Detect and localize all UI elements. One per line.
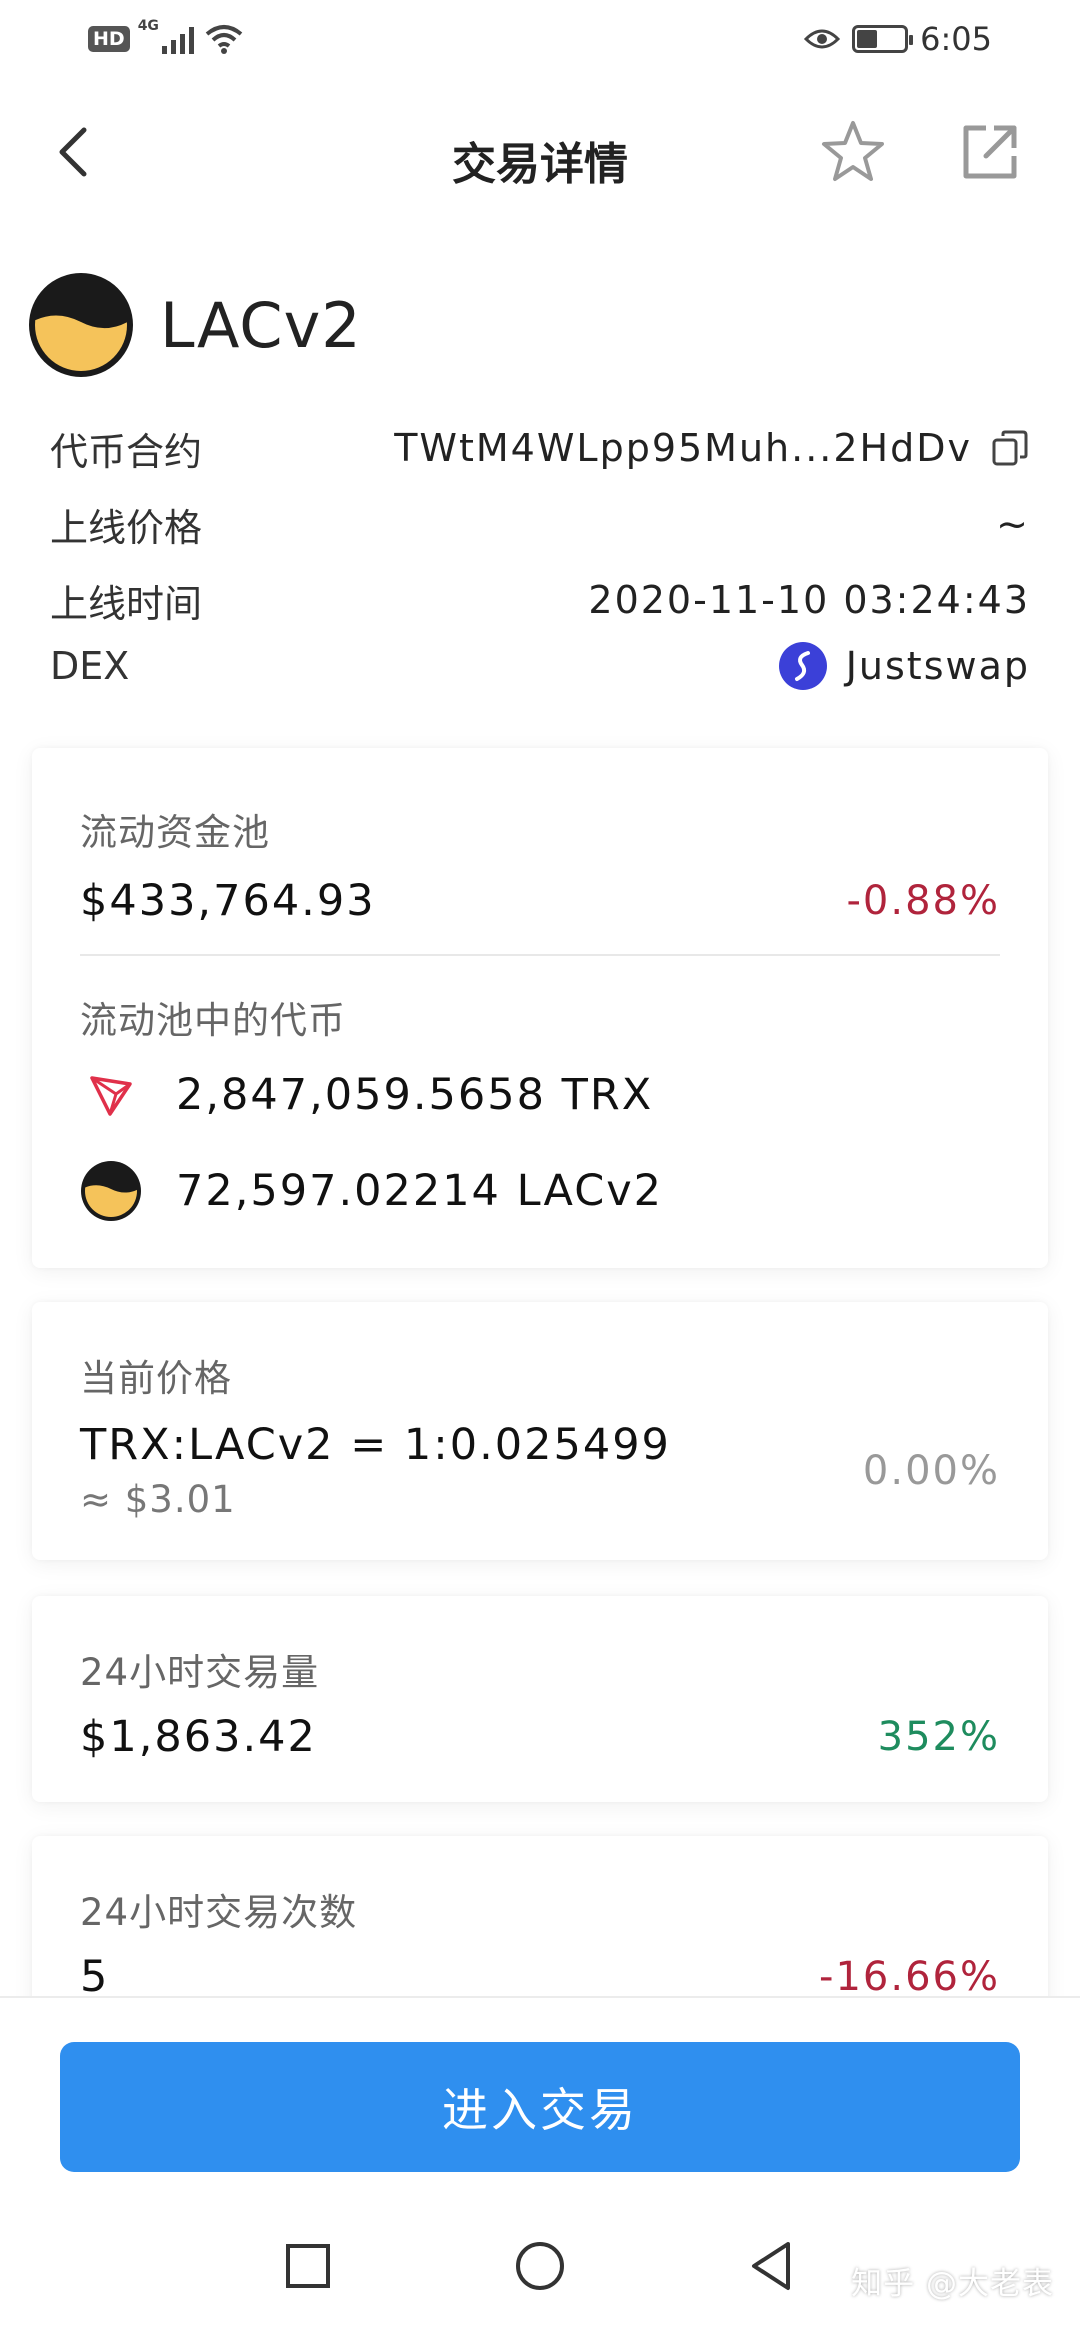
lacv2-token-logo: [29, 273, 133, 377]
price-change: 0.00%: [862, 1448, 1000, 1494]
token-name: LACv2: [160, 288, 362, 362]
eye-comfort-icon: [804, 29, 841, 49]
liquidity-value: $433,764.93: [80, 876, 376, 926]
trades-change: -16.66%: [819, 1954, 1000, 2000]
share-external-icon[interactable]: [960, 122, 1020, 182]
status-bar: HD 4G 6:05: [0, 0, 1080, 80]
enter-trade-button[interactable]: 进入交易: [60, 2042, 1020, 2172]
justswap-logo-icon: [778, 642, 827, 690]
nav-bar: 交易详情: [0, 100, 1080, 210]
pool-token-row: 2,847,059.5658 TRX: [80, 1064, 653, 1126]
status-right: 6:05: [804, 20, 992, 58]
price-label: 当前价格: [80, 1357, 232, 1400]
price-ratio: TRX:LACv2 = 1:0.025499: [80, 1420, 671, 1470]
pool-token-amount: 2,847,059.5658 TRX: [176, 1070, 654, 1120]
contract-label: 代币合约: [50, 429, 203, 474]
trades-label: 24小时交易次数: [80, 1891, 358, 1934]
dex-row: DEX Justswap: [50, 636, 1030, 696]
pool-token-row: 72,597.02214 LACv2: [80, 1160, 663, 1222]
volume-change: 352%: [877, 1714, 1000, 1760]
pool-tokens-label: 流动池中的代币: [80, 999, 346, 1042]
cellular-signal-icon: 4G: [138, 18, 194, 54]
pool-token-amount: 72,597.02214 LACv2: [176, 1166, 664, 1216]
trades-value: 5: [80, 1952, 110, 2002]
listing-time-value: 2020-11-10 03:24:43: [588, 578, 1030, 622]
wifi-icon: [205, 25, 242, 54]
listing-time-label: 上线时间: [50, 581, 203, 626]
lacv2-icon: [81, 1161, 141, 1221]
card-divider: [80, 954, 1000, 956]
favorite-star-icon[interactable]: [820, 118, 886, 184]
contract-row: 代币合约 TWtM4WLpp95Muh...2HdDv: [50, 418, 1030, 478]
status-left: HD 4G: [88, 18, 244, 56]
tron-icon: [90, 1076, 132, 1116]
clock: 6:05: [920, 20, 992, 58]
dex-label: DEX: [50, 644, 130, 688]
listing-time-row: 上线时间 2020-11-10 03:24:43: [50, 570, 1030, 630]
volume-label: 24小时交易量: [80, 1651, 320, 1694]
home-icon[interactable]: [510, 2236, 570, 2296]
back-triangle-icon[interactable]: [742, 2236, 802, 2296]
battery-icon: [852, 25, 914, 53]
network-generation: 4G: [137, 18, 159, 34]
hd-badge: HD: [88, 26, 130, 52]
volume-card: 24小时交易量 $1,863.42 352%: [32, 1596, 1048, 1802]
liquidity-change: -0.88%: [846, 878, 1000, 924]
token-header: LACv2: [28, 272, 362, 378]
recent-apps-icon[interactable]: [278, 2236, 338, 2296]
volume-value: $1,863.42: [80, 1712, 317, 1762]
liquidity-label: 流动资金池: [80, 811, 270, 854]
listing-price-label: 上线价格: [50, 505, 203, 550]
watermark: 知乎 @大老表: [851, 2266, 1054, 2302]
price-usd: ≈ $3.01: [80, 1478, 236, 1521]
contract-address: TWtM4WLpp95Muh...2HdDv: [394, 426, 972, 470]
price-card: 当前价格 TRX:LACv2 = 1:0.025499 ≈ $3.01 0.00…: [32, 1302, 1048, 1560]
listing-price-value: ~: [996, 502, 1030, 546]
bottom-action-bar: 进入交易 知乎 @大老表: [0, 1996, 1080, 2340]
listing-price-row: 上线价格 ~: [50, 494, 1030, 554]
liquidity-card: 流动资金池 $433,764.93 -0.88% 流动池中的代币 2,847,0…: [32, 748, 1048, 1268]
page-title: 交易详情: [452, 139, 628, 190]
dex-name: Justswap: [845, 644, 1030, 688]
copy-icon[interactable]: [990, 428, 1030, 468]
